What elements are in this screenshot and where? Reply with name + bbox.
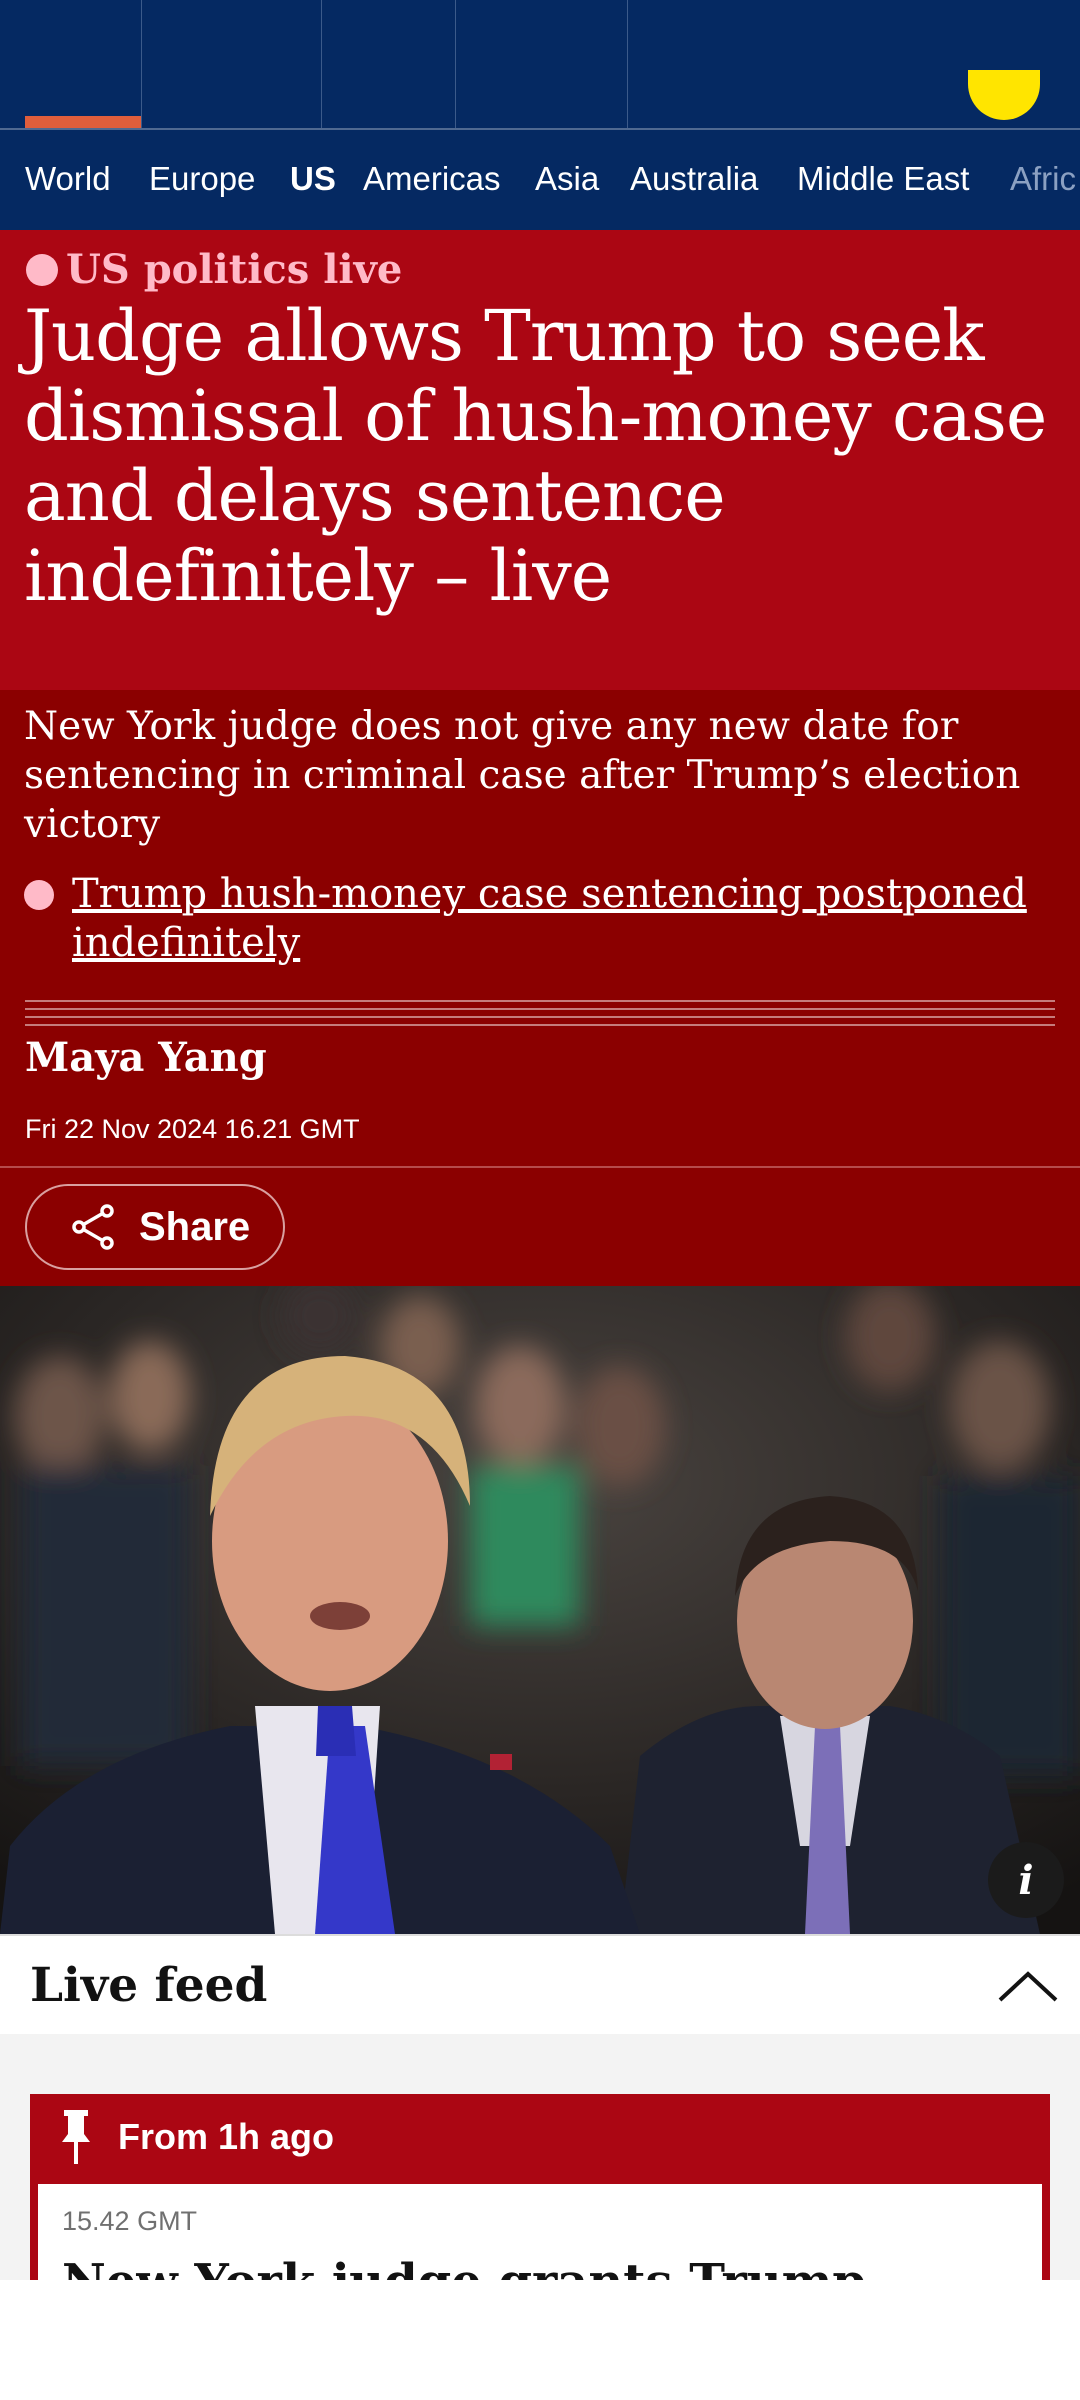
nav-item-world[interactable]: World (25, 160, 111, 198)
nav-item-australia[interactable]: Australia (630, 160, 758, 198)
divider-rule (25, 1024, 1055, 1026)
pillar-tab-sport[interactable] (321, 0, 456, 128)
pin-icon (62, 2110, 90, 2164)
meta-divider (0, 1166, 1080, 1168)
nav-item-asia[interactable]: Asia (535, 160, 599, 198)
nav-item-us[interactable]: US (290, 160, 336, 198)
chevron-up-icon[interactable] (996, 1966, 1060, 2006)
active-pillar-indicator (25, 116, 141, 128)
nav-item-africa[interactable]: Afric (1010, 160, 1076, 198)
related-link[interactable]: Trump hush-money case sentencing postpon… (72, 870, 1032, 968)
divider-rule (25, 1000, 1055, 1002)
live-dot-icon (26, 253, 58, 286)
masthead (0, 0, 1080, 128)
bottom-blank-area (0, 2280, 1080, 2400)
pillar-tab-lifestyle[interactable] (627, 0, 628, 128)
kicker-label: US politics live (66, 246, 403, 293)
article-main-image[interactable] (0, 1286, 1080, 1934)
image-info-button[interactable]: i (988, 1842, 1064, 1918)
author-byline[interactable]: Maya Yang (25, 1034, 267, 1081)
article-standfirst: New York judge does not give any new dat… (24, 704, 1021, 847)
share-label: Share (139, 1204, 251, 1249)
related-link-item[interactable]: Trump hush-money case sentencing postpon… (24, 870, 1044, 968)
pinned-post-label: From 1h ago (118, 2116, 335, 2157)
share-icon (72, 1204, 114, 1250)
divider-rule (25, 1016, 1055, 1018)
pillar-tab-news[interactable] (25, 0, 142, 128)
pinned-post-header: From 1h ago (58, 2108, 334, 2166)
support-badge-icon[interactable] (968, 70, 1040, 120)
section-nav: World Europe US Americas Asia Australia … (0, 130, 1080, 230)
nav-item-europe[interactable]: Europe (149, 160, 255, 198)
article-headline: Judge allows Trump to seek dismissal of … (24, 295, 1047, 617)
article-photo (0, 1286, 1080, 1934)
pillar-tab-opinion[interactable] (141, 0, 322, 128)
series-kicker[interactable]: US politics live (26, 246, 402, 293)
share-button[interactable]: Share (25, 1184, 285, 1270)
pillar-tab-culture[interactable] (455, 0, 628, 128)
post-timestamp: 15.42 GMT (62, 2206, 198, 2236)
nav-item-americas[interactable]: Americas (363, 160, 501, 198)
nav-item-middle-east[interactable]: Middle East (797, 160, 969, 198)
bullet-dot-icon (24, 880, 54, 910)
publish-date: Fri 22 Nov 2024 16.21 GMT (25, 1114, 360, 1144)
live-feed-title: Live feed (30, 1958, 268, 2013)
divider-rule (25, 1008, 1055, 1010)
